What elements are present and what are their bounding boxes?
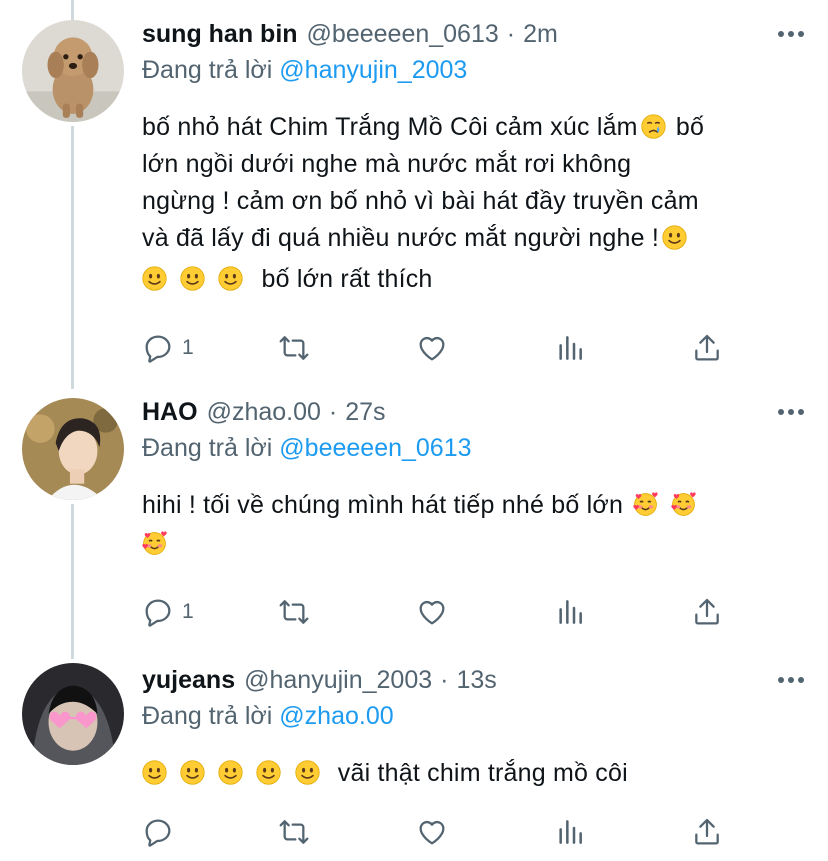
analytics-icon — [554, 596, 586, 628]
retweet-icon — [278, 332, 310, 364]
like-icon — [416, 816, 448, 848]
like-button[interactable] — [416, 330, 448, 366]
tweet-actions — [142, 814, 742, 850]
reply-icon — [142, 816, 174, 848]
replying-to-label: Đang trả lời — [142, 56, 273, 84]
reply-icon — [142, 332, 174, 364]
young-man-photo — [22, 398, 124, 500]
tweet[interactable]: HAO @zhao.00 · 27s Đang trả lời @beeeeen… — [0, 390, 828, 660]
reply-icon — [142, 596, 174, 628]
like-icon — [416, 596, 448, 628]
slightly-smiling-face-emoji — [180, 760, 205, 785]
reply-count: 1 — [182, 336, 194, 359]
replying-to-label: Đang trả lời — [142, 434, 273, 462]
replying-to: Đang trả lời @zhao.00 — [142, 698, 808, 734]
replying-to: Đang trả lời @beeeeen_0613 — [142, 430, 808, 466]
analytics-icon — [554, 816, 586, 848]
tweet-text: bố nhỏ hát Chim Trắng Mồ Côi cảm xúc lắm… — [142, 109, 808, 298]
share-icon — [691, 596, 723, 628]
retweet-icon — [278, 816, 310, 848]
tweet-text: vãi thật chim trắng mồ côi — [142, 755, 808, 792]
slightly-smiling-face-emoji — [662, 225, 687, 250]
share-icon — [691, 816, 723, 848]
separator-dot: · — [506, 20, 516, 48]
username[interactable]: @hanyujin_2003 — [244, 663, 432, 697]
slightly-smiling-face-emoji — [180, 266, 205, 291]
slightly-smiling-face-emoji — [218, 760, 243, 785]
more-icon[interactable] — [778, 663, 804, 697]
smiling-face-with-hearts-emoji — [142, 531, 167, 556]
tweet[interactable]: sung han bin @beeeeen_0613 · 2m Đang trả… — [0, 0, 828, 390]
replying-to-mention[interactable]: @hanyujin_2003 — [279, 56, 467, 84]
like-button[interactable] — [416, 814, 448, 850]
more-icon[interactable] — [778, 395, 804, 429]
tweet-text-line: bố — [675, 113, 705, 141]
tweet[interactable]: yujeans @hanyujin_2003 · 13s Đang trả lờ… — [0, 660, 828, 861]
slightly-smiling-face-emoji — [218, 266, 243, 291]
tweet-text-line: và đã lấy đi quá nhiều nước mắt người ng… — [142, 224, 660, 252]
tweet-text-line: vãi thật chim trắng mồ côi — [337, 759, 628, 787]
share-button[interactable] — [691, 330, 723, 366]
avatar[interactable] — [22, 20, 124, 122]
tweet-header: sung han bin @beeeeen_0613 · 2m — [142, 17, 808, 51]
share-button[interactable] — [691, 814, 723, 850]
heart-glasses-photo — [22, 663, 124, 765]
analytics-button[interactable] — [554, 330, 586, 366]
more-icon[interactable] — [778, 17, 804, 51]
separator-dot: · — [328, 398, 338, 426]
reply-button[interactable] — [142, 814, 174, 850]
retweet-button[interactable] — [278, 814, 310, 850]
share-icon — [691, 332, 723, 364]
slightly-smiling-face-emoji — [295, 760, 320, 785]
slightly-smiling-face-emoji — [142, 266, 167, 291]
analytics-icon — [554, 332, 586, 364]
analytics-button[interactable] — [554, 594, 586, 630]
avatar[interactable] — [22, 398, 124, 500]
like-icon — [416, 332, 448, 364]
tweet-text-line: bố nhỏ hát Chim Trắng Mồ Côi cảm xúc lắm — [142, 113, 638, 141]
tweet-text-line: lớn ngồi dưới nghe mà nước mắt rơi không — [142, 150, 632, 178]
timestamp[interactable]: 27s — [345, 395, 385, 429]
reply-button[interactable]: 1 — [142, 594, 194, 630]
smiling-face-with-hearts-emoji — [671, 492, 696, 517]
separator-dot: · — [440, 666, 449, 694]
tweet-text: hihi ! tối về chúng mình hát tiếp nhé bố… — [142, 487, 808, 563]
smiling-face-with-hearts-emoji — [633, 492, 658, 517]
share-button[interactable] — [691, 594, 723, 630]
display-name[interactable]: HAO — [142, 395, 198, 429]
retweet-icon — [278, 596, 310, 628]
poodle-photo — [22, 20, 124, 122]
avatar[interactable] — [22, 663, 124, 765]
tweet-text-line: ngừng ! cảm ơn bố nhỏ vì bài hát đầy tru… — [142, 187, 699, 215]
analytics-button[interactable] — [554, 814, 586, 850]
timestamp[interactable]: 2m — [523, 17, 558, 51]
crying-face-emoji — [641, 114, 666, 139]
display-name[interactable]: sung han bin — [142, 17, 298, 51]
tweet-header: HAO @zhao.00 · 27s — [142, 395, 808, 429]
retweet-button[interactable] — [278, 594, 310, 630]
replying-to-mention[interactable]: @beeeeen_0613 — [279, 434, 471, 462]
retweet-button[interactable] — [278, 330, 310, 366]
reply-count: 1 — [182, 600, 194, 623]
display-name[interactable]: yujeans — [142, 663, 235, 697]
slightly-smiling-face-emoji — [256, 760, 281, 785]
tweet-actions: 1 — [142, 330, 742, 366]
like-button[interactable] — [416, 594, 448, 630]
replying-to: Đang trả lời @hanyujin_2003 — [142, 52, 808, 88]
replying-to-mention[interactable]: @zhao.00 — [279, 702, 393, 730]
tweet-text-line: bố lớn rất thích — [261, 265, 433, 293]
replying-to-label: Đang trả lời — [142, 702, 273, 730]
tweet-header: yujeans @hanyujin_2003 · 13s — [142, 663, 808, 697]
tweet-actions: 1 — [142, 594, 742, 630]
username[interactable]: @beeeeen_0613 — [307, 17, 499, 51]
tweet-text-line: hihi ! tối về chúng mình hát tiếp nhé bố… — [142, 491, 624, 519]
reply-button[interactable]: 1 — [142, 330, 194, 366]
timestamp[interactable]: 13s — [456, 663, 496, 697]
slightly-smiling-face-emoji — [142, 760, 167, 785]
username[interactable]: @zhao.00 — [207, 395, 321, 429]
